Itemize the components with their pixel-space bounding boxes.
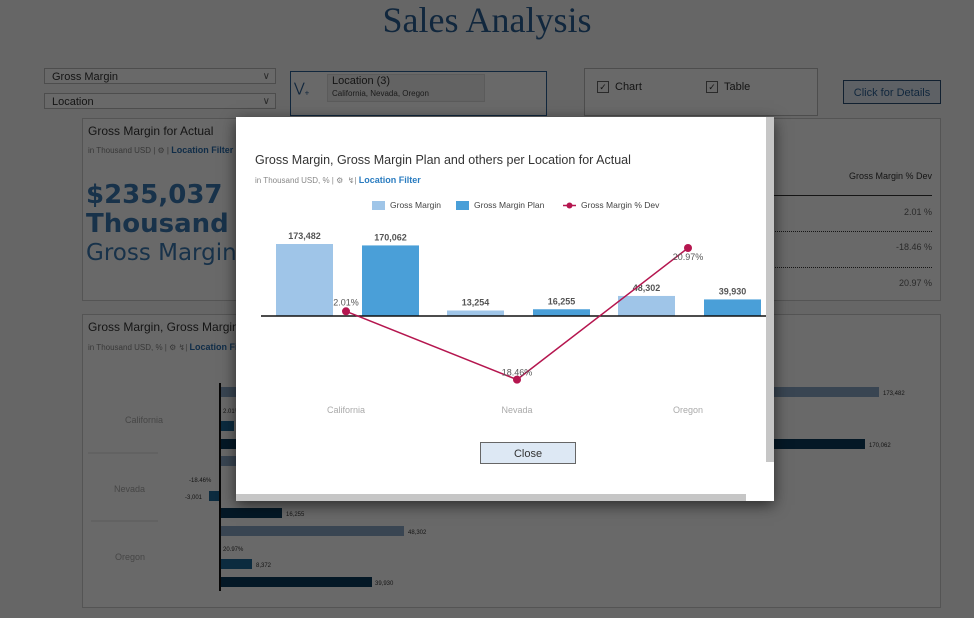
- legend-label: Gross Margin: [390, 200, 442, 210]
- line-value-label: 20.97%: [673, 252, 704, 262]
- close-button[interactable]: Close: [480, 442, 576, 464]
- bar-gross-margin-california: [276, 244, 333, 316]
- legend-swatch: [372, 200, 385, 210]
- gear-icon: ⚙: [336, 176, 344, 185]
- combo-chart: 173,482 170,062 California 13,254 16,255 Neva…: [261, 231, 766, 415]
- legend-item-gross-margin-plan[interactable]: Gross Margin Plan: [456, 200, 544, 210]
- bar-gross-margin-nevada: [447, 310, 504, 316]
- legend-label: Gross Margin Plan: [474, 200, 545, 210]
- legend-item-gross-margin[interactable]: Gross Margin: [372, 200, 441, 210]
- legend-swatch: [456, 200, 469, 210]
- location-filter-link[interactable]: Location Filter: [359, 175, 421, 185]
- bar-value-label: 39,930: [719, 286, 747, 296]
- category-axis-label: California: [327, 405, 365, 415]
- line-value-label: 18.46%: [502, 368, 533, 378]
- line-point: [342, 307, 350, 316]
- dialog-unit: in Thousand USD, %: [255, 176, 330, 185]
- horizontal-scrollbar[interactable]: [236, 494, 746, 501]
- bar-gross-margin-plan-oregon: [704, 299, 761, 316]
- line-value-label: 2.01%: [333, 297, 359, 307]
- bar-gross-margin-plan-nevada: [533, 309, 590, 316]
- bar-value-label: 13,254: [462, 297, 490, 307]
- bar-gross-margin-plan-california: [362, 245, 419, 316]
- category-axis-label: Oregon: [673, 405, 703, 415]
- bar-value-label: 170,062: [374, 232, 407, 242]
- hierarchy-icon: ↯: [347, 176, 355, 185]
- category-axis-label: Nevada: [501, 405, 532, 415]
- bar-value-label: 16,255: [548, 296, 576, 306]
- legend-item-gross-margin-dev[interactable]: Gross Margin % Dev: [563, 200, 659, 210]
- bar-gross-margin-oregon: [618, 295, 675, 316]
- legend-label: Gross Margin % Dev: [581, 200, 660, 210]
- line-marker-icon: [563, 202, 576, 208]
- chart-details-dialog: Gross Margin, Gross Margin Plan and othe…: [236, 117, 774, 501]
- vertical-scrollbar[interactable]: [766, 117, 774, 462]
- line-point: [684, 244, 692, 252]
- bar-value-label: 173,482: [288, 231, 321, 241]
- dialog-chart-title: Gross Margin, Gross Margin Plan and othe…: [255, 153, 631, 167]
- dialog-chart-subtitle: in Thousand USD, % | ⚙ ↯| Location Filte…: [255, 175, 421, 185]
